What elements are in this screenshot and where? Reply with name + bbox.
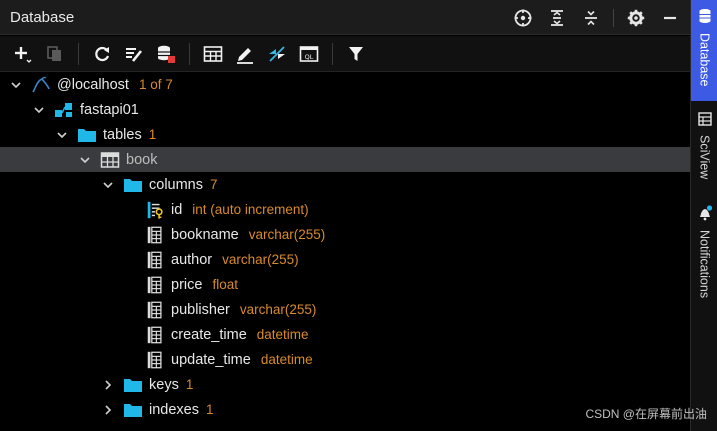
column-row[interactable]: create_time datetime	[0, 322, 690, 347]
duplicate-icon[interactable]	[42, 41, 68, 67]
right-tool-strip: Database SciView Notifications	[690, 0, 717, 431]
crosshair-icon[interactable]	[511, 6, 535, 30]
column-icon	[145, 350, 165, 370]
chevron-right-icon[interactable]	[101, 378, 115, 392]
column-icon	[145, 275, 165, 295]
edit-icon[interactable]	[232, 41, 258, 67]
refresh-icon[interactable]	[89, 41, 115, 67]
tree-node-keys[interactable]: keys 1	[0, 372, 690, 397]
column-name: create_time	[171, 326, 247, 343]
title-actions	[511, 0, 682, 35]
host-label: @localhost	[57, 76, 129, 93]
tree-node-schema[interactable]: fastapi01	[0, 97, 690, 122]
folder-icon	[123, 175, 143, 195]
edit-schema-icon[interactable]	[121, 41, 147, 67]
tree-node-tables[interactable]: tables 1	[0, 122, 690, 147]
column-icon	[145, 325, 165, 345]
bell-icon	[698, 205, 712, 226]
column-icon	[145, 300, 165, 320]
minimize-icon[interactable]	[658, 6, 682, 30]
column-row[interactable]: bookname varchar(255)	[0, 222, 690, 247]
column-name: price	[171, 276, 203, 293]
column-name: id	[171, 201, 183, 218]
column-type: varchar(255)	[239, 302, 317, 317]
column-row[interactable]: update_time datetime	[0, 347, 690, 372]
side-tab-notifications[interactable]: Notifications	[691, 205, 717, 315]
schema-icon	[54, 100, 74, 120]
column-type: datetime	[256, 327, 309, 342]
panel-title: Database	[10, 9, 75, 26]
column-row[interactable]: id int (auto increment)	[0, 197, 690, 222]
column-type: int (auto increment)	[192, 202, 309, 217]
database-toolbar: QL	[0, 36, 690, 72]
add-icon[interactable]	[10, 41, 36, 67]
chevron-right-icon[interactable]	[101, 403, 115, 417]
gear-icon[interactable]	[624, 6, 648, 30]
column-name: author	[171, 251, 213, 268]
folder-icon	[123, 375, 143, 395]
tree-node-table-book[interactable]: book	[0, 147, 690, 172]
stop-icon[interactable]	[153, 41, 179, 67]
collapse-all-icon[interactable]	[579, 6, 603, 30]
jump-icon[interactable]	[264, 41, 290, 67]
chevron-down-icon[interactable]	[32, 103, 46, 117]
table-icon	[100, 150, 120, 170]
tables-label: tables	[103, 126, 142, 143]
column-row[interactable]: author varchar(255)	[0, 247, 690, 272]
column-type: varchar(255)	[248, 227, 326, 242]
side-tab-sciview-label: SciView	[697, 135, 712, 180]
folder-icon	[123, 400, 143, 420]
column-list: id int (auto increment) bookname varchar(25…	[0, 197, 690, 372]
column-type: varchar(255)	[222, 252, 299, 267]
host-meta: 1 of 7	[138, 77, 173, 92]
database-tool-window: Database QL @localhost 1 of 7 fastapi01 …	[0, 0, 717, 431]
indexes-count: 1	[205, 402, 214, 417]
sql-console-icon[interactable]: QL	[296, 41, 322, 67]
side-tab-database-label: Database	[697, 33, 712, 87]
schema-label: fastapi01	[80, 101, 139, 118]
column-type: datetime	[260, 352, 313, 367]
columns-count: 7	[210, 177, 218, 192]
column-name: publisher	[171, 301, 230, 318]
indexes-label: indexes	[149, 401, 199, 418]
database-tree: @localhost 1 of 7 fastapi01 tables 1 boo…	[0, 72, 690, 431]
toolbar-separator	[189, 42, 190, 65]
columns-label: columns	[149, 176, 203, 193]
keys-label: keys	[149, 376, 179, 393]
column-name: update_time	[171, 351, 251, 368]
folder-icon	[77, 125, 97, 145]
column-name: bookname	[171, 226, 239, 243]
column-row[interactable]: price float	[0, 272, 690, 297]
filter-icon[interactable]	[343, 41, 369, 67]
column-type: float	[212, 277, 238, 292]
tree-node-columns[interactable]: columns 7	[0, 172, 690, 197]
chevron-down-icon[interactable]	[101, 178, 115, 192]
side-tab-notifications-label: Notifications	[697, 230, 712, 299]
chevron-down-icon[interactable]	[9, 78, 23, 92]
side-tab-sciview[interactable]: SciView	[691, 112, 717, 197]
toolbar-separator	[332, 42, 333, 65]
tables-count: 1	[148, 127, 157, 142]
database-cylinder-icon	[698, 8, 712, 29]
column-icon	[145, 225, 165, 245]
chevron-down-icon[interactable]	[78, 153, 92, 167]
title-bar: Database	[0, 0, 690, 35]
expand-all-icon[interactable]	[545, 6, 569, 30]
watermark-text: CSDN @在屏幕前出油	[585, 407, 707, 421]
mysql-dolphin-icon	[31, 75, 51, 95]
table-label: book	[126, 151, 158, 168]
keys-count: 1	[185, 377, 194, 392]
svg-text:QL: QL	[305, 53, 314, 61]
tree-node-host[interactable]: @localhost 1 of 7	[0, 72, 690, 97]
toolbar-separator	[78, 42, 79, 65]
title-separator	[613, 8, 614, 27]
column-icon	[145, 250, 165, 270]
chevron-down-icon[interactable]	[55, 128, 69, 142]
sciview-grid-icon	[697, 112, 712, 131]
primary-key-column-icon	[145, 200, 165, 220]
side-tab-database[interactable]: Database	[691, 0, 717, 101]
column-row[interactable]: publisher varchar(255)	[0, 297, 690, 322]
table-view-icon[interactable]	[200, 41, 226, 67]
